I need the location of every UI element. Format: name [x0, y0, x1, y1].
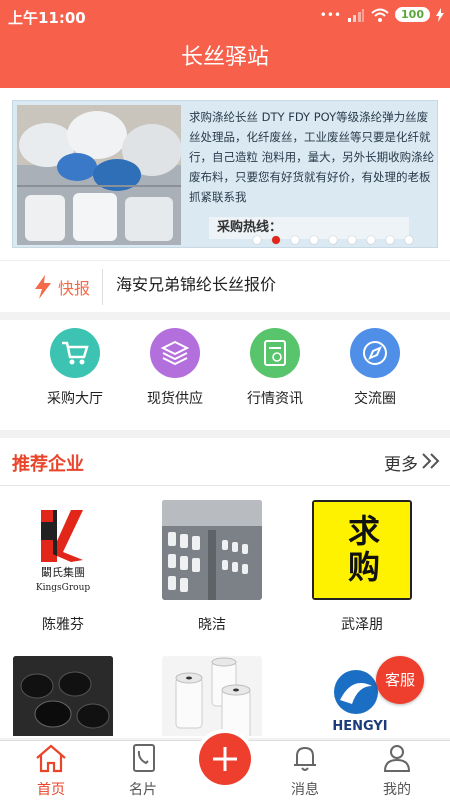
news-flash-tag: 快报 [34, 275, 90, 299]
wifi-icon [371, 8, 389, 22]
menu-item-market-news[interactable]: 行情资讯 [225, 328, 325, 408]
company-photo [162, 500, 262, 600]
banner-photo [17, 105, 181, 245]
carousel-dot[interactable] [272, 236, 280, 244]
signal-icon [348, 8, 365, 22]
carousel-indicator [253, 236, 413, 244]
plus-icon [213, 747, 237, 771]
customer-service-button[interactable]: 客服 [376, 656, 424, 704]
company-name: 武泽朋 [341, 617, 383, 633]
banner-description: 求购涤纶长丝 DTY FDY POY等级涤纶弹力丝废丝处理品，化纤废丝，工业废丝… [189, 110, 435, 204]
news-headline[interactable]: 海安兄弟锦纶长丝报价 [116, 271, 276, 295]
add-button[interactable] [199, 733, 251, 785]
battery-icon: 100 [395, 7, 430, 22]
section-header: 推荐企业 更多 [0, 438, 450, 486]
tab-label: 消息 [291, 782, 319, 798]
company-card[interactable]: 晓洁 [162, 500, 262, 634]
company-name: 陈雅芬 [42, 617, 84, 633]
company-photo [13, 656, 113, 736]
carousel-dot[interactable] [310, 236, 318, 244]
company-logo-text: HENGYI [332, 719, 387, 734]
company-logo: 闞氏集團 KingsGroup [13, 500, 113, 600]
tab-messages[interactable]: 消息 [270, 743, 340, 799]
menu-label: 采购大厅 [47, 391, 103, 407]
layers-icon [150, 328, 200, 378]
more-dots-icon: ••• [319, 7, 342, 22]
company-card[interactable] [13, 656, 113, 736]
status-icons: ••• 100 [320, 7, 444, 22]
home-icon [36, 744, 66, 773]
news-ticker[interactable]: 快报 海安兄弟锦纶长丝报价 [0, 260, 450, 312]
tab-me[interactable]: 我的 [362, 743, 432, 799]
company-logo-subtext: KingsGroup [36, 583, 90, 593]
banner-carousel[interactable]: 求购涤纶长丝 DTY FDY POY等级涤纶弹力丝废丝处理品，化纤废丝，工业废丝… [0, 88, 450, 260]
menu-label: 交流圈 [354, 391, 396, 407]
company-logo: 求购 [312, 500, 412, 600]
bell-icon [294, 746, 316, 771]
compass-icon [350, 328, 400, 378]
carousel-dot[interactable] [386, 236, 394, 244]
more-link[interactable]: 更多 [384, 450, 418, 475]
company-card[interactable]: 求购 武泽朋 [312, 500, 412, 634]
tab-home[interactable]: 首页 [16, 743, 86, 799]
menu-item-purchase-hall[interactable]: 采购大厅 [25, 328, 125, 408]
news-divider [102, 269, 103, 305]
charging-icon [436, 7, 444, 22]
menu-label: 现货供应 [147, 391, 203, 407]
carousel-dot[interactable] [405, 236, 413, 244]
tab-label: 我的 [383, 782, 411, 798]
news-tag-label: 快报 [58, 279, 91, 298]
tab-label: 首页 [37, 782, 65, 798]
tab-label: 名片 [129, 782, 157, 798]
company-name: 晓洁 [198, 617, 226, 633]
company-card[interactable]: 闞氏集團 KingsGroup 陈雅芬 [13, 500, 113, 634]
carousel-dot[interactable] [348, 236, 356, 244]
company-logo-text: 闞氏集團 [41, 565, 85, 579]
status-bar: 上午11:00 ••• 100 [0, 0, 450, 32]
quick-menu: 采购大厅 现货供应 行情资讯 交流圈 [0, 320, 450, 430]
menu-label: 行情资讯 [247, 391, 303, 407]
cart-icon [50, 328, 100, 378]
user-icon [383, 745, 411, 772]
menu-item-spot-supply[interactable]: 现货供应 [125, 328, 225, 408]
double-chevron-right-icon[interactable] [420, 452, 442, 470]
app-title: 长丝驿站 [0, 32, 450, 88]
carousel-dot[interactable] [329, 236, 337, 244]
document-icon [250, 328, 300, 378]
section-title: 推荐企业 [12, 454, 84, 475]
company-card[interactable] [162, 656, 262, 736]
banner-slide[interactable]: 求购涤纶长丝 DTY FDY POY等级涤纶弹力丝废丝处理品，化纤废丝，工业废丝… [12, 100, 438, 248]
company-logo-text: 求购 [343, 514, 381, 586]
card-icon [133, 744, 155, 772]
status-time: 上午11:00 [8, 9, 86, 27]
carousel-dot[interactable] [253, 236, 261, 244]
carousel-dot[interactable] [291, 236, 299, 244]
company-photo [162, 656, 262, 736]
tab-card[interactable]: 名片 [108, 743, 178, 799]
menu-item-community[interactable]: 交流圈 [325, 328, 425, 408]
lightning-icon [35, 275, 51, 299]
carousel-dot[interactable] [367, 236, 375, 244]
